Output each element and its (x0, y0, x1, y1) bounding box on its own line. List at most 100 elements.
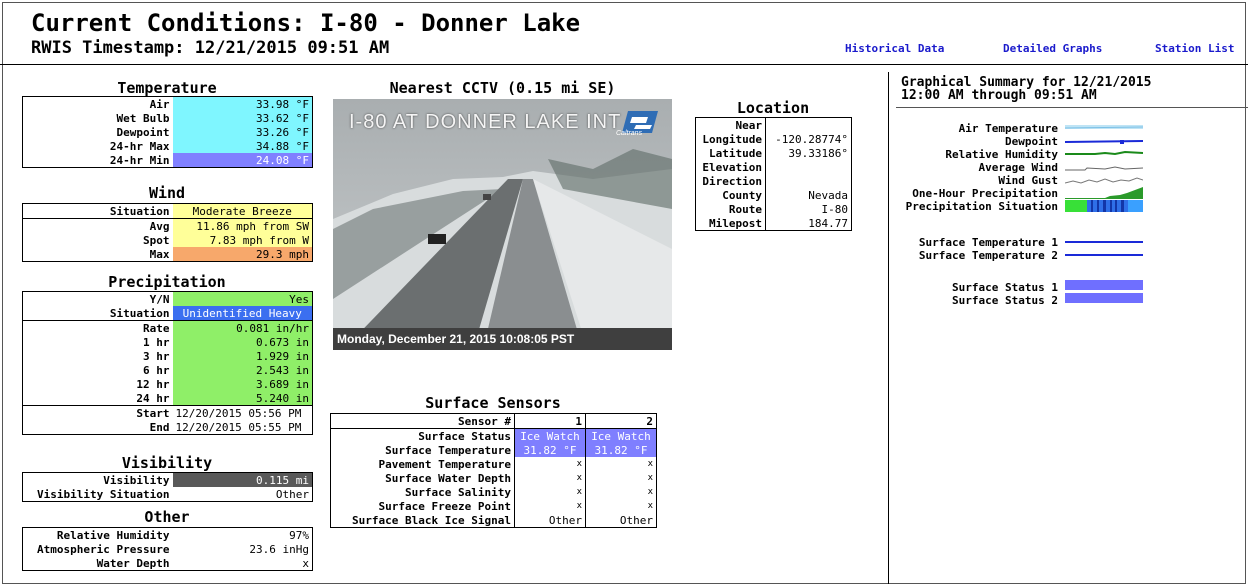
table-row: Latitude 39.33186° (696, 146, 852, 160)
row-label: Air (149, 97, 170, 111)
row-label: End (149, 420, 170, 434)
dewpoint-value: 33.26 °F (172, 125, 313, 139)
table-row: Longitude -120.28774° (696, 132, 852, 146)
wind-situation-value: Moderate Breeze (172, 203, 313, 219)
relative-humidity-label: Relative Humidity (945, 148, 1058, 161)
cctv-timestamp: Monday, December 21, 2015 10:08:05 PST (333, 328, 672, 350)
air-temp-sparkline[interactable] (1065, 123, 1143, 133)
visibility-heading: Visibility (121, 454, 213, 472)
row-label: County (722, 188, 762, 202)
row-label: Atmospheric Pressure (37, 542, 170, 556)
row-label: Pavement Temperature (378, 457, 511, 471)
row-label: Longitude (702, 132, 762, 146)
precip-12hr-value: 3.689 in (172, 377, 313, 391)
row-label: 24-hr Min (109, 153, 170, 167)
precip-1hr-value: 0.673 in (172, 335, 313, 349)
precip-3hr-value: 1.929 in (172, 349, 313, 363)
row-label: Surface Status (418, 429, 511, 443)
table-row: 6 hr 2.543 in (23, 363, 313, 377)
surface-temp-2-sparkline[interactable] (1065, 250, 1143, 260)
row-label: Spot (143, 233, 170, 247)
table-row: Visibility Situation Other (23, 487, 313, 502)
table-row: Air 33.98 °F (23, 96, 313, 111)
location-heading: Location (736, 99, 810, 117)
summary-divider (888, 72, 889, 584)
dewpoint-label: Dewpoint (1005, 135, 1058, 148)
surface-status-2-value: Ice Watch (585, 428, 657, 443)
table-row: Elevation (696, 160, 852, 174)
row-label: Visibility Situation (37, 487, 170, 501)
precipitation-table: Y/N Yes Situation Unidentified Heavy Rate 0… (22, 291, 313, 435)
table-row: Atmospheric Pressure 23.6 inHg (23, 542, 313, 556)
wet-bulb-value: 33.62 °F (172, 111, 313, 125)
salinity-1-value: x (514, 485, 586, 499)
one-hour-precip-label: One-Hour Precipitation (912, 187, 1058, 200)
cctv-heading: Nearest CCTV (0.15 mi SE) (389, 79, 616, 97)
humidity-sparkline[interactable] (1065, 149, 1143, 159)
surface-status-2-strip[interactable] (1065, 293, 1143, 303)
surface-status-1-strip[interactable] (1065, 280, 1143, 290)
precip-situation-strip[interactable] (1065, 200, 1143, 212)
table-row: Visibility 0.115 mi (23, 472, 313, 487)
sensor-1-header: 1 (514, 413, 586, 429)
average-wind-sparkline[interactable] (1065, 162, 1143, 172)
table-row: End 12/20/2015 05:55 PM (23, 420, 313, 435)
row-label: Latitude (709, 146, 762, 160)
historical-data-link[interactable]: Historical Data (845, 42, 944, 55)
max-temp-value: 34.88 °F (172, 139, 313, 153)
surface-temp-2-label: Surface Temperature 2 (918, 249, 1058, 262)
row-label: Wet Bulb (116, 111, 170, 125)
elevation-value (765, 160, 852, 174)
cctv-image[interactable]: I-80 AT DONNER LAKE INT Caltrans Monday,… (333, 99, 672, 350)
row-label: Direction (702, 174, 762, 188)
humidity-value: 97% (289, 528, 309, 542)
table-row: Near (696, 117, 852, 132)
wind-table: Situation Moderate Breeze Avg 11.86 mph fr… (22, 203, 313, 262)
row-label: 24 hr (136, 391, 170, 405)
salinity-2-value: x (585, 485, 657, 499)
precip-sparkline[interactable] (1065, 185, 1143, 199)
near-value (765, 117, 852, 132)
row-label: Situation (109, 306, 170, 320)
station-list-link[interactable]: Station List (1155, 42, 1234, 55)
wind-max-value: 29.3 mph (172, 247, 313, 262)
surface-temp-2-value: 31.82 °F (585, 443, 657, 457)
precip-start-value: 12/20/2015 05:56 PM (172, 405, 313, 420)
precip-24hr-value: 5.240 in (172, 391, 313, 406)
table-row: 3 hr 1.929 in (23, 349, 313, 363)
caltrans-logo-text: Caltrans (616, 130, 643, 137)
visibility-table: Visibility 0.115 mi Visibility Situation O… (22, 472, 313, 502)
row-label: Situation (109, 204, 170, 218)
row-label: Milepost (709, 216, 762, 230)
freeze-point-2-value: x (585, 499, 657, 513)
table-row: Y/N Yes (23, 291, 313, 306)
summary-title: Graphical Summary for 12/21/2015 12:00 AM… (901, 76, 1151, 102)
longitude-value: -120.28774° (765, 132, 852, 146)
table-row: Pavement Temperature x x (331, 457, 657, 471)
surface-temp-1-sparkline[interactable] (1065, 237, 1143, 247)
table-row: Situation Moderate Breeze (23, 203, 313, 219)
table-row: Start 12/20/2015 05:56 PM (22, 405, 313, 420)
surface-temp-1-label: Surface Temperature 1 (918, 236, 1058, 249)
freeze-point-1-value: x (514, 499, 586, 513)
sensor-2-header: 2 (585, 413, 657, 429)
row-label: 3 hr (143, 349, 170, 363)
row-label: Surface Water Depth (385, 471, 511, 485)
direction-value (765, 174, 852, 188)
page-title: Current Conditions: I-80 - Donner Lake (31, 9, 581, 37)
table-row: 24-hr Max 34.88 °F (23, 139, 313, 153)
precip-rate-value: 0.081 in/hr (172, 320, 313, 335)
table-row: Direction (696, 174, 852, 188)
precip-yn-value: Yes (172, 291, 313, 306)
sensor-col-header: Sensor # (458, 414, 511, 428)
wind-gust-sparkline[interactable] (1065, 175, 1143, 185)
precip-end-value: 12/20/2015 05:55 PM (175, 420, 302, 434)
surface-status-2-label: Surface Status 2 (952, 294, 1058, 307)
row-label: Elevation (702, 160, 762, 174)
row-label: Max (149, 247, 170, 261)
table-row: Situation Unidentified Heavy (23, 306, 313, 321)
water-depth-1-value: x (514, 471, 586, 485)
detailed-graphs-link[interactable]: Detailed Graphs (1003, 42, 1102, 55)
dewpoint-sparkline[interactable] (1065, 136, 1143, 146)
row-label: Start (22, 405, 173, 420)
